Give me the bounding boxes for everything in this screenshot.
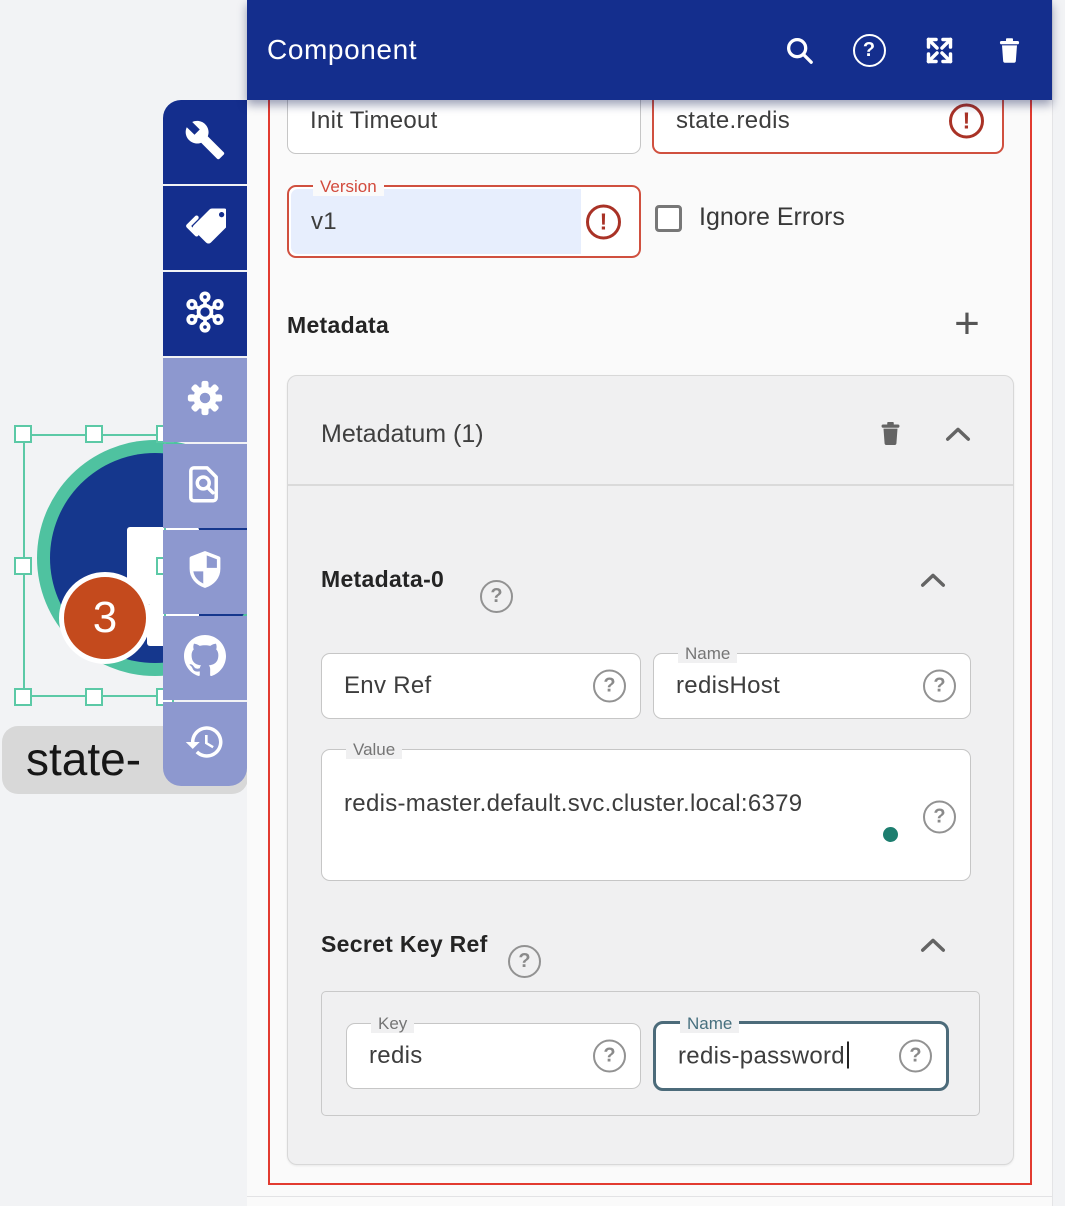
secret-name-value: redis-password	[678, 1043, 845, 1070]
help-icon[interactable]: ?	[593, 1040, 626, 1073]
status-dot	[883, 827, 898, 842]
error-icon: !	[949, 104, 984, 139]
selection-handle-nw[interactable]	[14, 425, 32, 443]
delete-metadatum-button[interactable]	[876, 418, 905, 454]
secret-key-ref-heading: Secret Key Ref	[321, 931, 488, 958]
env-ref-field[interactable]: Env Ref ?	[321, 653, 641, 719]
search-button[interactable]	[782, 33, 816, 67]
key-label: Key	[371, 1014, 414, 1033]
toolbar-button-github[interactable]	[163, 616, 247, 700]
add-metadata-button[interactable]: +	[947, 302, 987, 346]
help-icon[interactable]: ?	[508, 945, 541, 978]
metadata-name-field[interactable]: Name redisHost ?	[653, 653, 971, 719]
help-button[interactable]: ?	[852, 33, 886, 67]
text-cursor	[847, 1042, 849, 1069]
drawer-title: Component	[267, 34, 417, 66]
component-drawer: Init Timeout state.redis ! Version v1 ! …	[247, 0, 1053, 1206]
help-icon[interactable]: ?	[923, 670, 956, 703]
divider	[247, 1196, 1052, 1197]
env-ref-placeholder: Env Ref	[344, 672, 431, 700]
selection-handle-n[interactable]	[85, 425, 103, 443]
gear-icon	[184, 377, 226, 424]
metadatum-title: Metadatum (1)	[321, 420, 484, 449]
toolbar-button-properties[interactable]	[163, 100, 247, 184]
drawer-content: Init Timeout state.redis ! Version v1 ! …	[247, 100, 1052, 1206]
value-text: redis-master.default.svc.cluster.local:6…	[344, 790, 802, 818]
metadata-value-field[interactable]: Value redis-master.default.svc.cluster.l…	[321, 749, 971, 881]
selection-handle-s[interactable]	[85, 688, 103, 706]
selection-handle-w[interactable]	[14, 557, 32, 575]
metadatum-card: Metadatum (1) Metadata-0 ? Env Ref ? Nam…	[287, 375, 1014, 1165]
history-icon	[184, 721, 226, 768]
init-timeout-field[interactable]: Init Timeout	[287, 100, 641, 154]
hub-icon	[184, 291, 226, 338]
ignore-errors-checkbox[interactable]	[655, 205, 682, 232]
secret-name-field[interactable]: Name redis-password ?	[653, 1021, 949, 1091]
help-icon[interactable]: ?	[899, 1040, 932, 1073]
version-field[interactable]: Version v1 !	[287, 185, 641, 258]
init-timeout-placeholder: Init Timeout	[310, 107, 438, 135]
ignore-errors-label: Ignore Errors	[699, 203, 845, 232]
toolbar-button-history[interactable]	[163, 702, 247, 786]
error-icon: !	[586, 204, 621, 239]
toolbar-button-labels[interactable]	[163, 186, 247, 270]
collapse-metadatum-chevron-up-icon[interactable]	[944, 426, 972, 442]
collapse-metadata-0-chevron-up-icon[interactable]	[919, 572, 947, 588]
secret-name-label: Name	[680, 1014, 739, 1033]
tag-icon	[184, 205, 226, 252]
name-value: redisHost	[676, 672, 780, 700]
component-type-field[interactable]: state.redis !	[652, 100, 1004, 154]
help-icon[interactable]: ?	[480, 580, 513, 613]
version-value: v1	[311, 208, 337, 236]
toolbar-button-inspect[interactable]	[163, 444, 247, 528]
value-label: Value	[346, 740, 402, 759]
delete-component-button[interactable]	[992, 33, 1026, 67]
fullscreen-button[interactable]	[922, 33, 956, 67]
name-label: Name	[678, 644, 737, 663]
collapse-secret-chevron-up-icon[interactable]	[919, 937, 947, 953]
error-count-badge: 3	[59, 572, 151, 664]
help-icon[interactable]: ?	[593, 670, 626, 703]
toolbar-button-security[interactable]	[163, 530, 247, 614]
divider	[288, 484, 1013, 486]
metadata-heading: Metadata	[287, 312, 389, 339]
selection-handle-sw[interactable]	[14, 688, 32, 706]
wrench-icon	[184, 119, 226, 166]
badge-count: 3	[93, 593, 117, 643]
secret-key-field[interactable]: Key redis ?	[346, 1023, 641, 1089]
toolbar-button-bindings[interactable]	[163, 272, 247, 356]
shield-icon	[184, 549, 226, 596]
key-value: redis	[369, 1042, 423, 1070]
version-label: Version	[313, 177, 384, 196]
metadata-0-heading: Metadata-0	[321, 566, 444, 593]
component-type-value: state.redis	[676, 107, 790, 135]
drawer-header: Component ?	[247, 0, 1052, 100]
github-icon	[184, 635, 226, 682]
help-icon[interactable]: ?	[923, 801, 956, 834]
toolbar-button-settings[interactable]	[163, 358, 247, 442]
document-search-icon	[184, 463, 226, 510]
